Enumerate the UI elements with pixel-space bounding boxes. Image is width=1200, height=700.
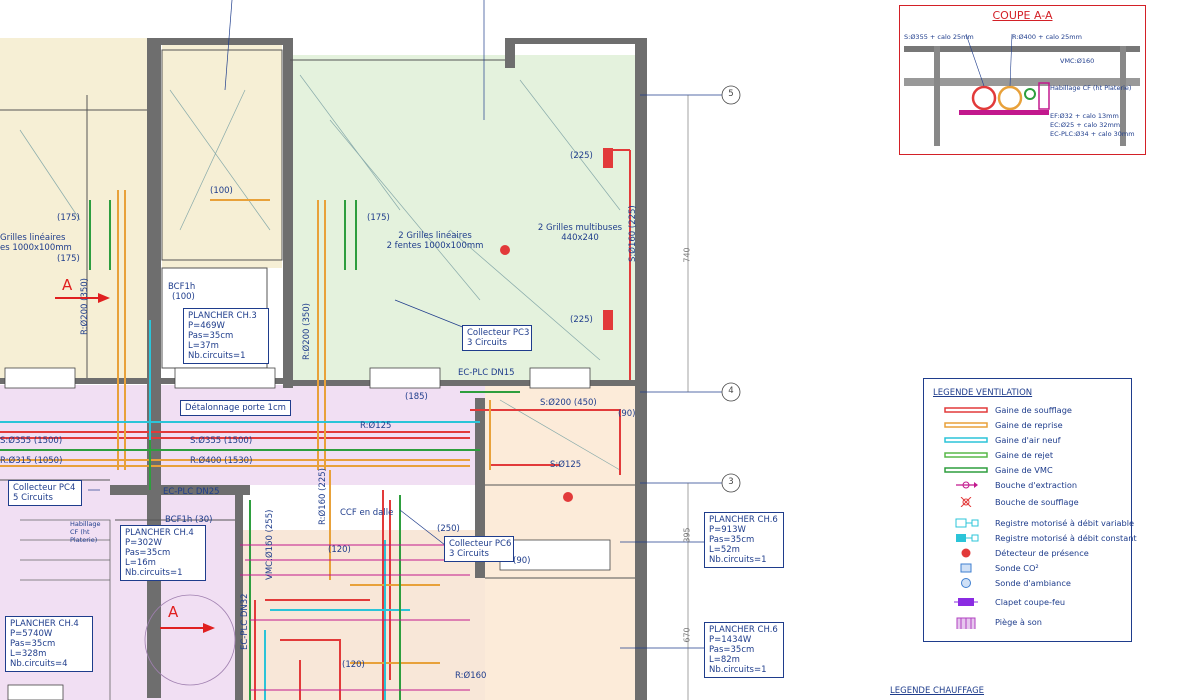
fresh-air-duct-icon	[944, 437, 988, 443]
coupe-label-r400: R:Ø400 + calo 25mm	[1012, 33, 1082, 41]
extraction-vent-icon	[956, 481, 978, 489]
plancher-ch3-box: PLANCHER CH.3 P=469W Pas=35cm L=37m Nb.circu…	[183, 308, 269, 364]
axis-number-5: 5	[728, 89, 734, 99]
note-grilles-left-b: es 1000x100mm	[0, 243, 72, 253]
presence-detector-icon	[961, 548, 971, 558]
flow-120-b: (120)	[342, 660, 365, 670]
coupe-label-ec-plc34: EC-PLC:Ø34 + calo 30mm	[1050, 130, 1135, 138]
legend-row-co2-probe: Sonde CO²	[924, 561, 1131, 576]
legend-row-return-duct: Gaine de reprise	[924, 418, 1131, 433]
duct-label-r160: R:Ø160	[455, 671, 487, 681]
axis-number-3: 3	[728, 477, 734, 487]
co2-probe-icon	[960, 563, 972, 573]
flow-175-c: (175)	[367, 213, 390, 223]
note-habillage-cf: Habillage CF (ht Platerie)	[70, 520, 101, 544]
floor-plan-drawing	[0, 0, 741, 700]
flow-90-a: (90)	[618, 409, 636, 419]
legend-ventilation-title: LEGENDE VENTILATION	[933, 388, 1033, 398]
duct-label-r200-mid: R:Ø200 (350)	[302, 303, 312, 360]
legend-chauffage-title: LEGENDE CHAUFFAGE	[890, 686, 985, 696]
room-left-yellow	[0, 38, 150, 383]
legend-ventilation: LEGENDE VENTILATION Gaine de soufflage G…	[923, 378, 1137, 642]
vmc-duct-icon	[944, 467, 988, 473]
variable-damper-icon	[955, 518, 979, 528]
collecteur-pc4-box: Collecteur PC4 5 Circuits	[8, 480, 82, 506]
plancher-ch6-box-a: PLANCHER CH.6 P=913W Pas=35cm L=52m Nb.circu…	[704, 512, 784, 568]
note-grilles-mid-a: 2 Grilles linéaires	[398, 231, 472, 241]
dimension-670: 670	[682, 627, 692, 643]
legend-row-extraction-vent: Bouche d'extraction	[924, 478, 1131, 493]
legend-row-supply-duct: Gaine de soufflage	[924, 403, 1131, 418]
supply-duct-icon	[944, 407, 988, 413]
legend-row-sound-trap: Piège à son	[924, 615, 1131, 630]
legend-row-supply-vent: Bouche de soufflage	[924, 495, 1131, 510]
coupe-label-habillage: Habillage CF (ht Platerie)	[1050, 84, 1132, 92]
note-bcf1h: BCF1h	[168, 282, 196, 292]
room-mid-yellow	[162, 38, 282, 268]
note-bcf1h-30: BCF1h (30)	[165, 515, 213, 525]
coupe-label-s355: S:Ø355 + calo 25mm	[904, 33, 974, 41]
legend-row-exhaust-duct: Gaine de rejet	[924, 448, 1131, 463]
duct-label-ec-plc-dn32: EC-PLC DN32	[240, 593, 250, 650]
note-grilles-left-a: Grilles linéaires	[0, 233, 66, 243]
duct-label-s355-left: S:Ø355 (1500)	[0, 436, 63, 446]
plancher-ch6-box-b: PLANCHER CH.6 P=1434W Pas=35cm L=82m Nb.circ…	[704, 622, 784, 678]
flow-225-b: (225)	[570, 315, 593, 325]
ambient-probe-icon	[961, 578, 971, 588]
flow-120-a: (120)	[328, 545, 351, 555]
legend-row-ambient-probe: Sonde d'ambiance	[924, 576, 1131, 591]
legend-row-presence-detector: Détecteur de présence	[924, 546, 1131, 561]
axis-number-4: 4	[728, 386, 734, 396]
legend-row-vmc-duct: Gaine de VMC	[924, 463, 1131, 478]
note-grilles-mid-b: 2 fentes 1000x100mm	[386, 241, 484, 251]
exhaust-duct-icon	[944, 452, 988, 458]
legend-row-fresh-air-duct: Gaine d'air neuf	[924, 433, 1131, 448]
duct-label-s355-mid: S:Ø355 (1500)	[190, 436, 253, 446]
flow-185: (185)	[405, 392, 428, 402]
flow-225-a: (225)	[570, 151, 593, 161]
plancher-ch4-small-box: PLANCHER CH.4 P=302W Pas=35cm L=16m Nb.circu…	[120, 525, 206, 581]
duct-label-s200: S:Ø200 (450)	[540, 398, 597, 408]
legend-row-variable-damper: Registre motorisé à débit variable	[924, 516, 1134, 531]
flow-175-b: (175)	[57, 254, 80, 264]
note-grilles-right-b: 440x240	[561, 233, 599, 243]
duct-label-vmc160: VMC:Ø160 (255)	[265, 509, 275, 580]
duct-label-r200-left: R:Ø200 (350)	[80, 278, 90, 335]
dimension-740: 740	[682, 247, 692, 263]
return-duct-icon	[944, 422, 988, 428]
note-ec-plc-dn25: EC-PLC DN25	[163, 487, 220, 497]
flow-90-b: (90)	[513, 556, 531, 566]
duct-label-r125: R:Ø125	[360, 421, 392, 431]
note-ec-plc-dn15: EC-PLC DN15	[458, 368, 515, 378]
note-ccf-en-dalle: CCF en dalle	[340, 508, 394, 518]
coupe-a-a-panel: COUPE A-A S:Ø355 + calo 25mm R:Ø400 + ca…	[899, 5, 1146, 155]
plancher-ch4-large-box: PLANCHER CH.4 P=5740W Pas=35cm L=328m Nb.cir…	[5, 616, 93, 672]
coupe-title: COUPE A-A	[992, 9, 1053, 22]
duct-label-r315: R:Ø315 (1050)	[0, 456, 63, 466]
duct-label-r160-vert: R:Ø160 (225)	[318, 468, 328, 525]
collecteur-pc6-box: Collecteur PC6 3 Circuits	[444, 536, 514, 562]
legend-row-constant-damper: Registre motorisé à débit constant	[924, 531, 1137, 546]
sound-trap-icon	[956, 617, 976, 629]
collecteur-pc3-box: Collecteur PC3 3 Circuits	[462, 325, 532, 351]
dimension-395: 395	[682, 527, 692, 543]
duct-label-r400: R:Ø400 (1530)	[190, 456, 253, 466]
fire-damper-icon	[954, 598, 978, 606]
section-mark-a-bottom: A	[168, 603, 179, 621]
constant-damper-icon	[956, 534, 979, 542]
section-mark-a-top: A	[62, 276, 73, 294]
supply-vent-icon	[960, 497, 972, 507]
coupe-label-vmc160: VMC:Ø160	[1060, 57, 1095, 65]
note-grilles-right-a: 2 Grilles multibuses	[537, 223, 623, 233]
legend-row-fire-damper: Clapet coupe-feu	[924, 595, 1131, 610]
duct-label-s125: S:Ø125	[550, 460, 582, 470]
flow-100-b: (100)	[172, 292, 195, 302]
note-detalonnage: Détalonnage porte 1cm	[180, 400, 291, 416]
flow-100-a: (100)	[210, 186, 233, 196]
flow-175-a: (175)	[57, 213, 80, 223]
flow-250: (250)	[437, 524, 460, 534]
duct-label-s160: S:Ø160 (225)	[628, 205, 638, 262]
